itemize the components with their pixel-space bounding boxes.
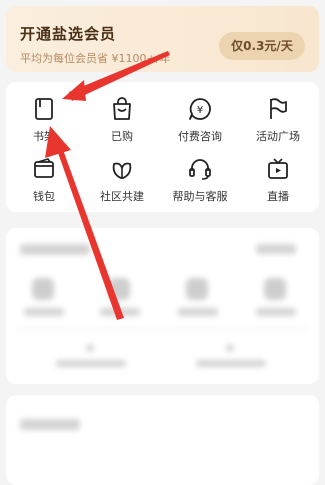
shopping-bag-icon — [113, 97, 131, 120]
wallet-icon — [34, 158, 54, 178]
vip-subscribe-button[interactable]: 仅0.3元/天 — [219, 32, 305, 60]
flag-icon — [270, 98, 287, 119]
service-label: 活动广场 — [256, 130, 300, 143]
bookshelf-icon — [35, 98, 53, 120]
service-events[interactable]: 活动广场 — [240, 96, 316, 144]
service-paid-consult[interactable]: ¥ 付费咨询 — [162, 96, 238, 144]
service-label: 已购 — [111, 130, 133, 143]
service-community[interactable]: 社区共建 — [84, 156, 160, 204]
vip-banner-subtitle: 平均为每位会员省 ¥1100+/年 — [20, 52, 171, 65]
service-wallet[interactable]: 钱包 — [6, 156, 82, 204]
service-label: 钱包 — [33, 190, 55, 203]
service-help[interactable]: 帮助与客服 — [162, 156, 238, 204]
service-label: 社区共建 — [100, 190, 144, 203]
service-label: 付费咨询 — [178, 130, 222, 143]
service-label: 帮助与客服 — [172, 190, 228, 203]
vip-banner-title: 开通盐选会员 — [20, 25, 117, 43]
obscured-section — [6, 228, 319, 384]
service-live[interactable]: 直播 — [240, 156, 316, 204]
leaf-icon — [112, 162, 132, 179]
services-grid: 书架 已购 ¥ 付费咨询 活动广场 钱包 社区共建 帮助与客服 直播 — [6, 82, 319, 212]
service-purchased[interactable]: 已购 — [84, 96, 160, 144]
yen-chat-icon: ¥ — [189, 98, 211, 120]
service-bookshelf[interactable]: 书架 — [6, 96, 82, 144]
service-label: 直播 — [267, 190, 289, 203]
vip-banner[interactable]: 开通盐选会员 平均为每位会员省 ¥1100+/年 仅0.3元/天 — [6, 6, 319, 72]
headset-icon — [189, 159, 211, 180]
service-label: 书架 — [33, 130, 55, 143]
svg-text:¥: ¥ — [197, 105, 203, 116]
obscured-section-2 — [6, 395, 319, 485]
tv-icon — [268, 158, 288, 179]
